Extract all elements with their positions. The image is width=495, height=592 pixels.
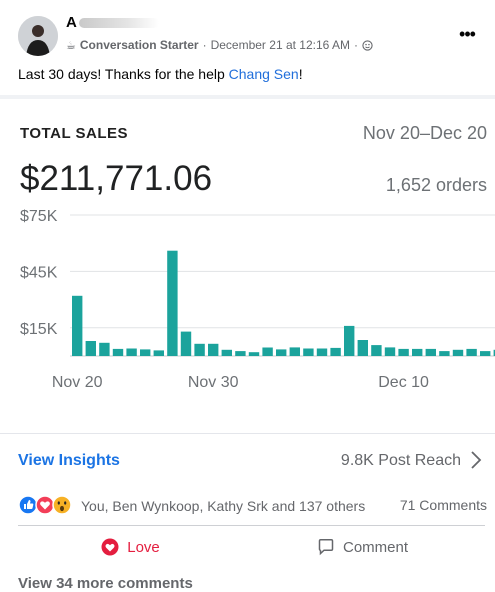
chart-bar [303, 348, 314, 356]
post-reach[interactable]: 9.8K Post Reach [341, 452, 461, 470]
author-name-text[interactable]: A [66, 14, 77, 31]
total-sales-value: $211,771.06 [20, 159, 213, 198]
love-label: Love [127, 538, 160, 556]
post-text: Last 30 days! Thanks for the help Chang … [18, 66, 303, 82]
chart-bar [344, 325, 355, 356]
chart-bar [126, 348, 137, 356]
reaction-icons[interactable] [18, 495, 78, 515]
chart-bar [466, 348, 477, 356]
more-options-button[interactable]: ••• [452, 22, 482, 46]
divider [0, 433, 495, 434]
x-tick-label: Nov 30 [188, 374, 239, 391]
chart-bar [112, 348, 124, 356]
sales-title: TOTAL SALES [20, 125, 129, 142]
comments-count[interactable]: 71 Comments [400, 497, 487, 513]
chart-bar [140, 349, 151, 356]
chart-bar [371, 345, 382, 356]
post-text-body: Last 30 days! Thanks for the help [18, 66, 229, 82]
post-meta: ☕ Conversation Starter · December 21 at … [66, 38, 373, 52]
comment-label: Comment [342, 538, 409, 556]
love-button[interactable]: Love [18, 530, 243, 564]
sales-card[interactable]: TOTAL SALES Nov 20–Dec 20 $211,771.06 1,… [0, 99, 495, 429]
chart-bar [194, 343, 205, 356]
sales-chart-svg: $75K$45K$15KNov 20Nov 30Dec 10Dec 2 [20, 208, 495, 391]
wow-icon [52, 495, 72, 515]
globe-icon [362, 39, 373, 51]
chart-bar [330, 347, 341, 356]
chart-bar [384, 347, 396, 356]
avatar[interactable] [18, 16, 58, 56]
coffee-cup-icon: ☕ [66, 39, 76, 52]
comment-icon [318, 539, 334, 556]
y-tick-label: $75K [20, 208, 58, 225]
comment-button[interactable]: Comment [250, 530, 475, 564]
chevron-right-icon[interactable] [469, 450, 483, 470]
sales-chart: $75K$45K$15KNov 20Nov 30Dec 10Dec 2 [0, 207, 495, 397]
insights-row: View Insights 9.8K Post Reach [0, 436, 495, 484]
conversation-starter-badge[interactable]: Conversation Starter [80, 38, 199, 52]
orders-count: 1,652 orders [385, 175, 487, 195]
chart-bar [412, 348, 423, 356]
view-insights-link[interactable]: View Insights [18, 452, 120, 470]
chart-bar [398, 348, 409, 356]
post-text-end: ! [298, 66, 303, 82]
chart-bar [208, 343, 219, 356]
chart-bar [235, 351, 246, 356]
chart-bar [439, 351, 450, 356]
meta-separator-2: · [354, 38, 358, 52]
chart-bar [289, 347, 300, 356]
action-row: Love Comment [0, 528, 495, 566]
like-icon [18, 495, 38, 515]
y-tick-label: $45K [20, 264, 58, 281]
divider [18, 525, 485, 526]
author-name[interactable]: A [66, 14, 159, 31]
heart-icon [101, 538, 119, 556]
chart-bar [72, 295, 83, 356]
y-tick-label: $15K [20, 321, 58, 338]
chart-bar [180, 331, 192, 356]
date-range: Nov 20–Dec 20 [362, 123, 487, 143]
chart-bar [316, 348, 328, 356]
chart-bar [248, 352, 260, 356]
meta-separator: · [202, 38, 207, 52]
name-redaction [78, 17, 159, 28]
chart-bar [357, 340, 368, 356]
mention-link[interactable]: Chang Sen [229, 66, 299, 82]
chart-bar [99, 342, 110, 356]
reaction-names[interactable]: You, Ben Wynkoop, Kathy Srk and 137 othe… [81, 498, 365, 514]
avatar-image [18, 16, 58, 56]
chart-bar [452, 349, 464, 356]
chart-bar [221, 349, 232, 356]
chart-bar [425, 348, 436, 356]
chart-bar [276, 349, 287, 356]
chart-bar [153, 350, 164, 356]
chart-bar [85, 341, 96, 356]
post-timestamp[interactable]: December 21 at 12:16 AM [211, 38, 350, 52]
chart-bar [167, 250, 178, 356]
chart-bar [480, 351, 491, 356]
post-header: A ☕ Conversation Starter · December 21 a… [0, 0, 495, 96]
view-more-comments-link[interactable]: View 34 more comments [18, 575, 193, 592]
x-tick-label: Dec 10 [378, 374, 429, 391]
love-icon [35, 495, 55, 515]
chart-bar [262, 347, 273, 356]
x-tick-label: Nov 20 [52, 374, 103, 391]
reactions-row: You, Ben Wynkoop, Kathy Srk and 137 othe… [0, 490, 495, 522]
